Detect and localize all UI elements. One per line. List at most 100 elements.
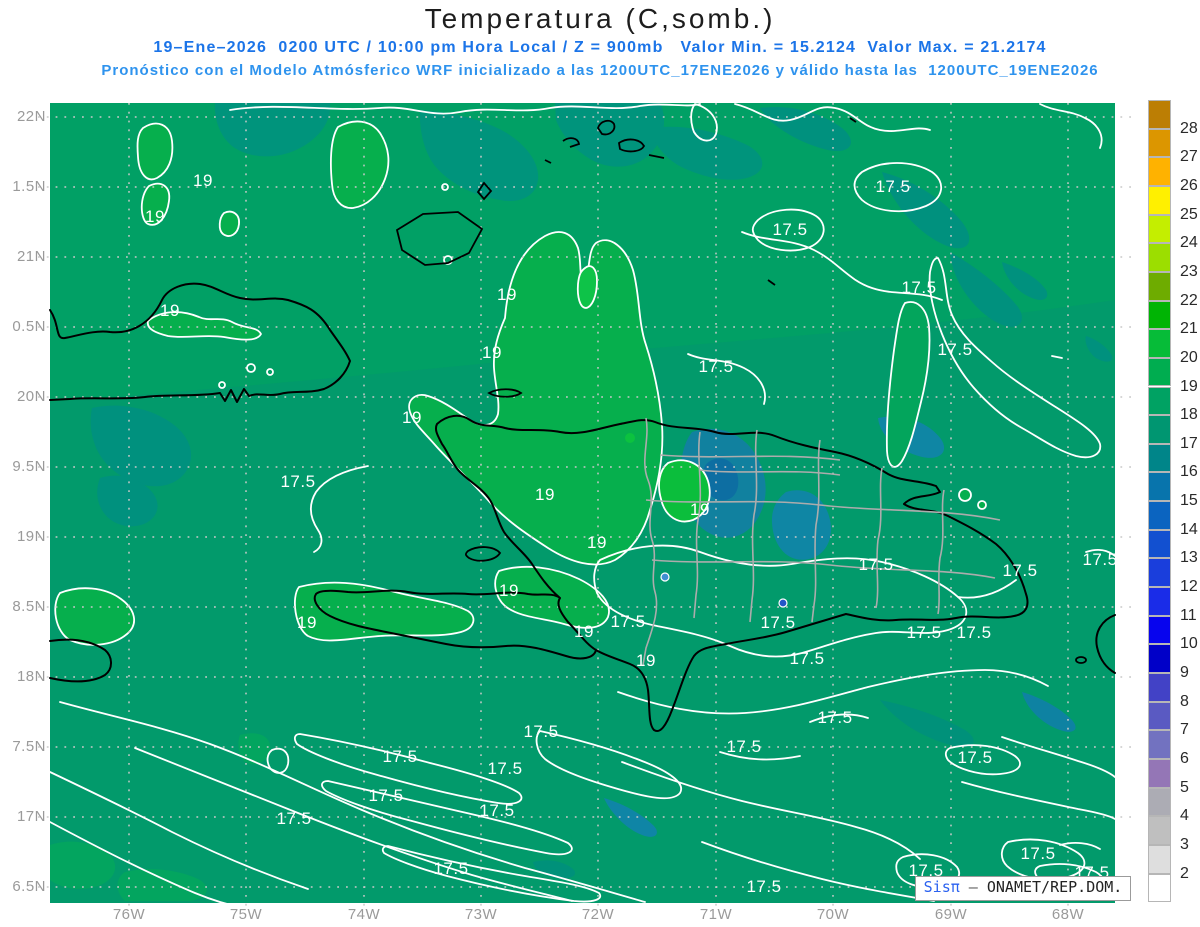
contour-label: 17.5	[858, 555, 893, 574]
longitude-tick-label: 70W	[816, 906, 850, 923]
colorbar-block	[1148, 501, 1171, 530]
watermark-org: ONAMET/REP.DOM.	[986, 878, 1123, 896]
contour-label: 19	[574, 622, 594, 641]
colorbar-block	[1148, 587, 1171, 616]
colorbar-block	[1148, 271, 1171, 301]
contour-label: 19	[193, 171, 213, 190]
contour-label: 17.5	[760, 613, 795, 632]
contour-label: 19	[499, 581, 519, 600]
colorbar-block	[1148, 787, 1171, 817]
colorbar-tick-label: 23	[1180, 262, 1198, 280]
contour-label: 19	[690, 500, 710, 519]
contour-label: 17.5	[698, 357, 733, 376]
colorbar-block	[1148, 644, 1171, 673]
longitude-tick-label: 71W	[699, 906, 733, 923]
colorbar-tick-label: 16	[1180, 463, 1198, 481]
longitude-tick-label: 75W	[229, 906, 263, 923]
contour-label: 17.5	[746, 877, 781, 896]
contour-label: 19	[402, 408, 422, 427]
contour-label: 17.5	[937, 340, 972, 359]
colorbar-block	[1148, 529, 1171, 559]
contour-label: 17.5	[789, 649, 824, 668]
colorbar-block	[1148, 730, 1171, 759]
colorbar-block	[1148, 443, 1171, 473]
colorbar-tick-label: 22	[1180, 291, 1198, 309]
latitude-tick-label: 19N	[16, 528, 46, 545]
watermark-box: Sisπ – ONAMET/REP.DOM.	[915, 876, 1131, 901]
latitude-tick-label: 8.5N	[12, 598, 46, 615]
colorbar-tick-label: 27	[1180, 148, 1198, 166]
colorbar-tick-label: 7	[1180, 721, 1189, 739]
contour-label: 19	[297, 613, 317, 632]
colorbar-tick-label: 19	[1180, 377, 1198, 395]
contour-label: 17.5	[280, 472, 315, 491]
contour-label: 17.5	[772, 220, 807, 239]
contour-label: 17.5	[368, 786, 403, 805]
colorbar-tick-label: 20	[1180, 348, 1198, 366]
contour-label: 17.5	[479, 801, 514, 820]
colorbar-tick-label: 2	[1180, 864, 1189, 882]
contour-label: 19	[482, 343, 502, 362]
weather-map-figure: Temperatura (C,somb.) 19–Ene–2026 0200 U…	[0, 0, 1200, 927]
colorbar-tick-label: 18	[1180, 406, 1198, 424]
colorbar-block	[1148, 472, 1171, 502]
colorbar-tick-label: 28	[1180, 119, 1198, 137]
contour-label: 19	[497, 285, 517, 304]
colorbar-block	[1148, 357, 1171, 387]
colorbar-tick-label: 14	[1180, 520, 1198, 538]
contour-label: 19	[587, 533, 607, 552]
colorbar-tick-label: 4	[1180, 807, 1189, 825]
contour-label: 17.5	[382, 747, 417, 766]
latitude-tick-label: 1.5N	[12, 178, 46, 195]
contour-label: 17.5	[1082, 550, 1117, 569]
colorbar-tick-label: 26	[1180, 176, 1198, 194]
latitude-tick-label: 21N	[16, 248, 46, 265]
contour-label: 19	[636, 651, 656, 670]
contour-label: 17.5	[523, 722, 558, 741]
contour-label: 17.5	[610, 612, 645, 631]
colorbar-block	[1148, 873, 1171, 903]
colorbar-tick-label: 3	[1180, 835, 1189, 853]
colorbar-tick-label: 9	[1180, 664, 1189, 681]
watermark-brand: Sisπ	[923, 878, 960, 896]
contour-label: 17.5	[901, 278, 936, 297]
colorbar-block	[1148, 214, 1171, 244]
contour-label: 17.5	[956, 623, 991, 642]
contour-label: 17.5	[1020, 844, 1055, 863]
latitude-tick-label: 22N	[16, 108, 46, 125]
longitude-tick-label: 68W	[1051, 906, 1085, 923]
latitude-tick-label: 20N	[16, 388, 46, 405]
colorbar-tick-label: 25	[1180, 205, 1198, 223]
colorbar-tick-label: 15	[1180, 492, 1198, 510]
colorbar-block	[1148, 100, 1171, 129]
colorbar-tick-label: 8	[1180, 692, 1189, 710]
colorbar-block	[1148, 157, 1171, 186]
colorbar-block	[1148, 558, 1171, 588]
longitude-tick-label: 69W	[934, 906, 968, 923]
colorbar-tick-label: 6	[1180, 749, 1189, 767]
contour-label: 17.5	[1002, 561, 1037, 580]
colorbar-tick-label: 5	[1180, 778, 1189, 796]
colorbar-tick-label: 21	[1180, 320, 1198, 338]
latitude-tick-label: 18N	[16, 668, 46, 685]
colorbar-block	[1148, 128, 1171, 158]
latitude-tick-label: 0.5N	[12, 318, 46, 335]
colorbar-tick-label: 10	[1180, 635, 1198, 653]
watermark-separator: –	[959, 878, 987, 896]
colorbar-block	[1148, 844, 1171, 874]
colorbar-block	[1148, 329, 1171, 358]
latitude-tick-label: 6.5N	[12, 878, 46, 895]
contour-label: 17.5	[957, 748, 992, 767]
map-canvas: 19 19 19 19 19 19 19 19 19 19 19 19 19 17.5 17.5 17.5 17…	[38, 103, 1133, 909]
colorbar-block	[1148, 243, 1171, 272]
colorbar-block	[1148, 816, 1171, 845]
contour-label: 19	[160, 301, 180, 320]
latitude-tick-label: 7.5N	[12, 738, 46, 755]
contour-label: 17.5	[875, 177, 910, 196]
contour-label: 17.5	[817, 708, 852, 727]
longitude-tick-label: 73W	[464, 906, 498, 923]
colorbar-block	[1148, 701, 1171, 731]
colorbar-tick-label: 24	[1180, 234, 1198, 252]
contour-label: 19	[535, 485, 555, 504]
colorbar-block	[1148, 758, 1171, 788]
